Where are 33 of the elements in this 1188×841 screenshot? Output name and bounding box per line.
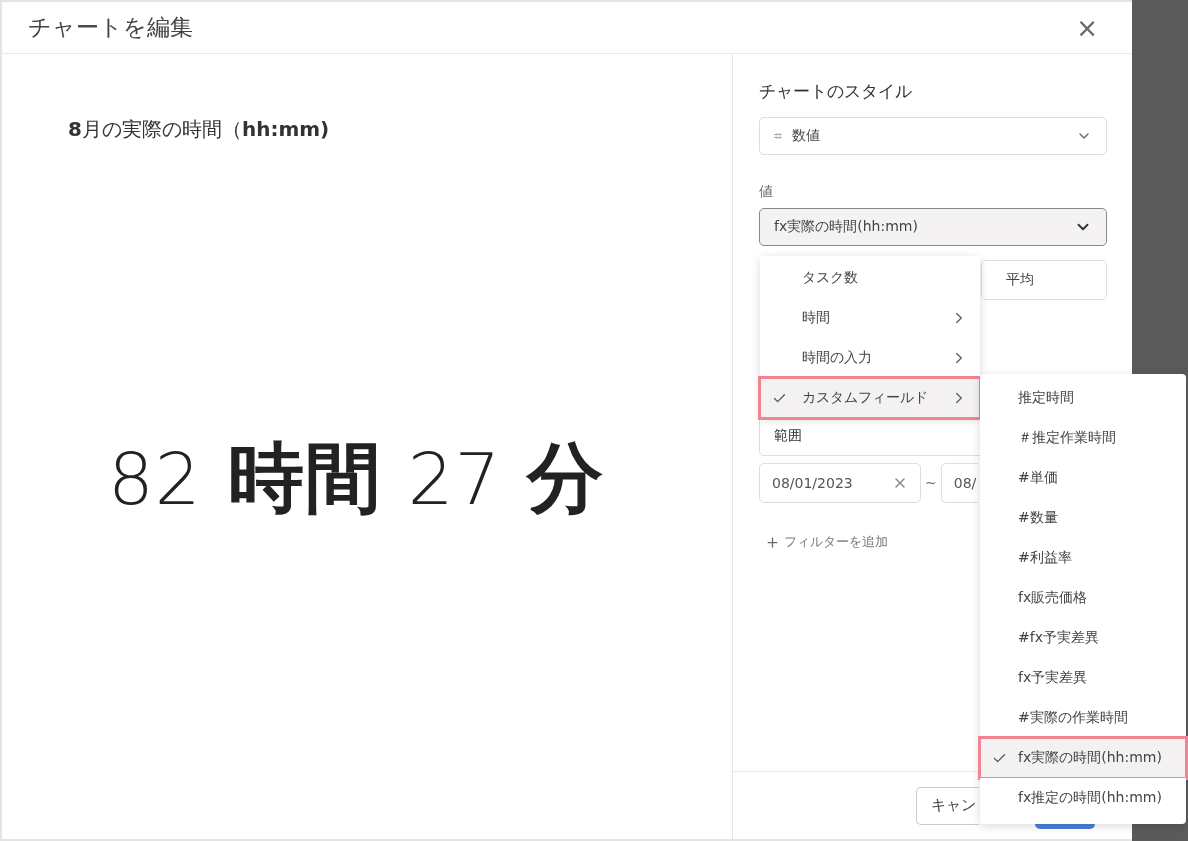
submenu-item[interactable]: ＃推定作業時間 xyxy=(980,418,1186,458)
menu-item[interactable]: 時間 xyxy=(760,298,980,338)
submenu-item[interactable]: fx販売価格 xyxy=(980,578,1186,618)
submenu-item[interactable]: 推定時間 xyxy=(980,378,1186,418)
field-label: チャートのスタイル xyxy=(759,80,913,103)
menu-item[interactable]: 時間の入力 xyxy=(760,338,980,378)
style-select[interactable]: ⌗ 数値 xyxy=(759,117,1107,155)
date-field[interactable]: 08/ xyxy=(940,463,978,503)
close-button[interactable]: × xyxy=(1072,14,1102,41)
add-filter-link[interactable]: フィルターを追加 xyxy=(759,533,894,551)
chart-title: 8月の実際の時間（hh:mm) xyxy=(68,116,331,143)
field-label: 値 xyxy=(759,183,774,201)
submenu-item[interactable]: fx推定の時間(hh:mm) xyxy=(980,778,1186,818)
average-button[interactable]: 平均 xyxy=(981,260,1107,300)
menu-item[interactable]: カスタムフィールド xyxy=(760,378,980,418)
menu-item[interactable]: タスク数 xyxy=(760,258,980,298)
submenu-item[interactable]: #利益率 xyxy=(980,538,1186,578)
plus-icon xyxy=(765,534,780,550)
submenu-item[interactable]: #単価 xyxy=(980,458,1186,498)
unit-text: 時間 xyxy=(227,432,382,524)
cancel-button[interactable]: キャン xyxy=(916,786,979,825)
unit-text: 分 xyxy=(527,432,605,524)
range-separator: ~ xyxy=(925,475,937,491)
submenu-item[interactable]: #実際の作業時間 xyxy=(980,698,1186,738)
number-text: 82 xyxy=(108,437,202,521)
number-text: 27 xyxy=(407,437,502,521)
submenu-item[interactable]: fx予実差異 xyxy=(980,658,1186,698)
submenu-item[interactable]: #fx予実差異 xyxy=(980,618,1186,658)
submenu-item[interactable]: fx実際の時間(hh:mm) xyxy=(980,738,1186,778)
value-select[interactable]: fx実際の時間(hh:mm) xyxy=(759,208,1107,246)
submenu-item[interactable]: #数量 xyxy=(980,498,1186,538)
dialog-title: チャートを編集 xyxy=(28,13,193,42)
date-field[interactable]: 08/01/2023 xyxy=(759,463,921,503)
